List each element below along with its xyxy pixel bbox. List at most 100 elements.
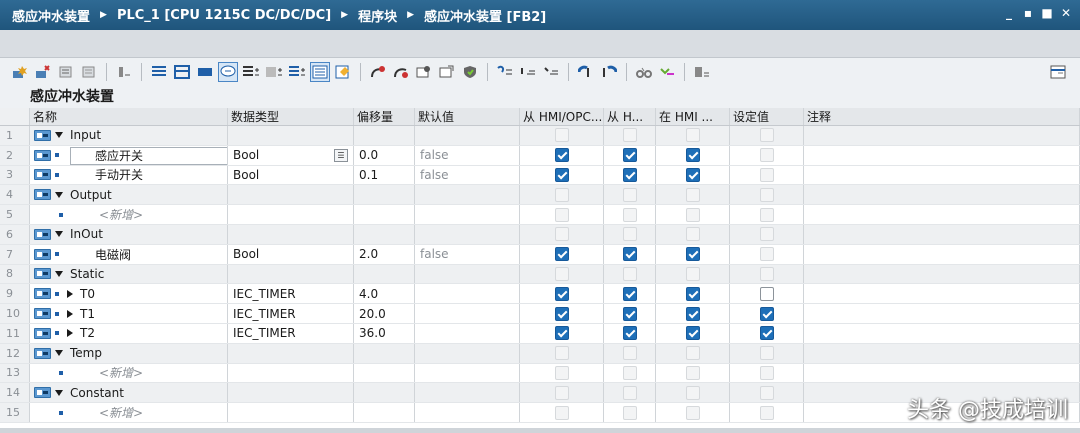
table-row[interactable]: 7 电磁阀 Bool 2.0 false — [0, 244, 1080, 265]
comment-cell[interactable] — [804, 284, 1080, 304]
data-type-cell[interactable] — [228, 264, 354, 284]
panel-toggle-icon[interactable] — [1048, 62, 1068, 82]
hmi-opc-checkbox[interactable] — [554, 306, 569, 321]
view-list-icon[interactable] — [149, 62, 169, 82]
header-hmi-accessible[interactable]: 从 H... — [604, 108, 656, 125]
collapse-icon[interactable] — [55, 389, 63, 396]
name-cell[interactable]: 电磁阀 — [30, 244, 228, 264]
breadcrumb-program-blocks[interactable]: 程序块 — [356, 6, 399, 25]
name-cell[interactable]: Output — [30, 185, 228, 205]
expand-all-icon[interactable] — [241, 62, 261, 82]
comment-cell[interactable] — [804, 224, 1080, 244]
comment-cell[interactable] — [804, 126, 1080, 145]
collapse-all-icon[interactable] — [264, 62, 284, 82]
data-type-cell[interactable] — [228, 363, 354, 383]
variable-name[interactable]: 手动开关 — [95, 166, 143, 183]
table-row[interactable]: 12 Temp — [0, 343, 1080, 364]
header-comment[interactable]: 注释 — [804, 108, 1080, 125]
table-row[interactable]: 3 手动开关 Bool 0.1 false — [0, 165, 1080, 186]
data-type-cell[interactable] — [228, 343, 354, 363]
snapshot-icon[interactable] — [437, 62, 457, 82]
monitor-all-icon[interactable] — [657, 62, 677, 82]
hmi-accessible-checkbox[interactable] — [622, 326, 637, 341]
expand-icon[interactable] — [67, 309, 73, 318]
default-value-cell[interactable]: false — [415, 165, 520, 185]
name-cell[interactable]: T2 — [30, 323, 228, 343]
hmi-accessible-checkbox[interactable] — [622, 286, 637, 301]
reset-icon[interactable] — [79, 62, 99, 82]
hmi-visible-checkbox[interactable] — [685, 167, 700, 182]
default-value-cell[interactable] — [415, 383, 520, 403]
name-cell[interactable]: Temp — [30, 343, 228, 363]
minimize-icon[interactable]: _ — [1003, 7, 1015, 19]
call-reverse-icon[interactable] — [599, 62, 619, 82]
variable-name[interactable]: T2 — [80, 326, 95, 340]
default-value-cell[interactable] — [415, 323, 520, 343]
maximize-icon[interactable]: ■ — [1041, 7, 1053, 19]
default-value-cell[interactable] — [415, 205, 520, 224]
hmi-opc-checkbox[interactable] — [554, 286, 569, 301]
highlight-icon[interactable] — [333, 62, 353, 82]
add-row-icon[interactable] — [33, 62, 53, 82]
data-type-cell[interactable] — [228, 205, 354, 224]
name-cell[interactable]: InOut — [30, 224, 228, 244]
default-value-cell[interactable] — [415, 403, 520, 422]
collapse-icon[interactable] — [55, 270, 63, 277]
insert-after-icon[interactable] — [518, 62, 538, 82]
hmi-accessible-checkbox[interactable] — [622, 247, 637, 262]
variable-name[interactable]: 感应开关 — [95, 147, 143, 164]
call-icon[interactable] — [576, 62, 596, 82]
comment-cell[interactable] — [804, 343, 1080, 363]
type-list-icon[interactable]: ☰ — [334, 148, 348, 162]
hmi-visible-checkbox[interactable] — [685, 306, 700, 321]
comment-cell[interactable] — [804, 185, 1080, 205]
hmi-accessible-checkbox[interactable] — [622, 167, 637, 182]
table-row[interactable]: 10 T1 IEC_TIMER 20.0 — [0, 304, 1080, 324]
data-type-cell[interactable] — [228, 185, 354, 205]
hmi-opc-checkbox[interactable] — [554, 148, 569, 163]
variable-name[interactable]: 电磁阀 — [95, 246, 131, 263]
header-hmi-opc[interactable]: 从 HMI/OPC... — [520, 108, 604, 125]
default-value-cell[interactable] — [415, 363, 520, 383]
hmi-visible-checkbox[interactable] — [685, 148, 700, 163]
comment-cell[interactable] — [804, 264, 1080, 284]
default-value-cell[interactable] — [415, 304, 520, 323]
default-value-cell[interactable] — [415, 126, 520, 145]
expand-icon[interactable] — [67, 289, 73, 298]
default-value-cell[interactable] — [415, 264, 520, 284]
add-new-placeholder[interactable]: <新增> — [99, 404, 143, 421]
header-hmi-visible[interactable]: 在 HMI ... — [656, 108, 730, 125]
comment-cell[interactable] — [804, 165, 1080, 185]
table-row[interactable]: 2 感应开关 Bool ☰ 0.0 false — [0, 145, 1080, 166]
show-all-icon[interactable] — [310, 62, 330, 82]
default-value-cell[interactable]: false — [415, 244, 520, 264]
name-cell[interactable]: <新增> — [30, 363, 228, 383]
data-type-cell[interactable] — [228, 126, 354, 145]
header-data-type[interactable]: 数据类型 — [228, 108, 354, 125]
header-default[interactable]: 默认值 — [415, 108, 520, 125]
start-simulation-icon[interactable] — [414, 62, 434, 82]
collapse-icon[interactable] — [55, 191, 63, 198]
name-cell[interactable]: Constant — [30, 383, 228, 403]
show-structure-icon[interactable] — [287, 62, 307, 82]
monitor-icon[interactable] — [114, 62, 134, 82]
comment-cell[interactable] — [804, 304, 1080, 323]
table-row[interactable]: 1 Input — [0, 126, 1080, 146]
default-value-cell[interactable] — [415, 185, 520, 205]
data-type-cell[interactable]: Bool — [228, 165, 354, 185]
table-row[interactable]: 13 <新增> — [0, 363, 1080, 384]
delete-row-icon[interactable] — [56, 62, 76, 82]
settings-icon[interactable] — [692, 62, 712, 82]
setpoint-checkbox[interactable] — [759, 286, 774, 301]
name-cell[interactable]: 手动开关 — [30, 165, 228, 185]
data-type-cell[interactable]: IEC_TIMER — [228, 323, 354, 343]
view-table-icon[interactable] — [172, 62, 192, 82]
table-row[interactable]: 9 T0 IEC_TIMER 4.0 — [0, 284, 1080, 305]
header-offset[interactable]: 偏移量 — [354, 108, 415, 125]
comment-cell[interactable] — [804, 145, 1080, 165]
data-type-cell[interactable]: Bool ☰ — [228, 145, 354, 165]
breadcrumb-block[interactable]: 感应冲水装置 [FB2] — [422, 6, 548, 25]
default-value-cell[interactable] — [415, 284, 520, 304]
hmi-opc-checkbox[interactable] — [554, 167, 569, 182]
forward-icon[interactable] — [391, 62, 411, 82]
